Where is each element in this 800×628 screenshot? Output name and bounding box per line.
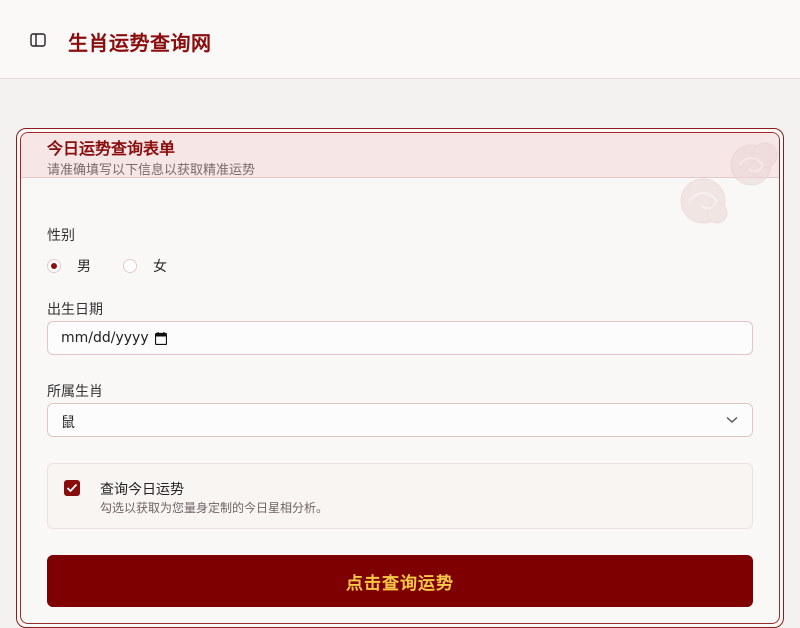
daily-fortune-checkbox[interactable] [64, 480, 80, 496]
daily-fortune-description: 勾选以获取为您量身定制的今日星相分析。 [100, 501, 329, 515]
fortune-form-inner: 今日运势查询表单 请准确填写以下信息以获取精准运势 性别 男 女 出生日期 mm… [20, 132, 780, 624]
form-header: 今日运势查询表单 请准确填写以下信息以获取精准运势 [21, 133, 779, 178]
gender-option-male[interactable]: 男 [47, 256, 91, 276]
gender-option-female[interactable]: 女 [123, 256, 167, 276]
gender-label: 性别 [47, 228, 75, 244]
daily-fortune-option[interactable]: 查询今日运势 勾选以获取为您量身定制的今日星相分析。 [47, 463, 753, 529]
auspicious-cloud-decoration-icon [680, 142, 778, 224]
birth-date-label: 出生日期 [47, 302, 103, 318]
submit-query-button[interactable]: 点击查询运势 [47, 555, 753, 607]
birth-date-input[interactable]: mm/dd/yyyy [47, 321, 753, 355]
checkmark-icon [66, 483, 78, 493]
top-bar: 生肖运势查询网 [0, 0, 800, 79]
zodiac-selected-value: 鼠 [61, 415, 75, 431]
chevron-down-icon [726, 416, 738, 423]
gender-option-label: 男 [77, 259, 91, 275]
gender-radio-female[interactable] [123, 259, 137, 273]
fortune-form-card: 今日运势查询表单 请准确填写以下信息以获取精准运势 性别 男 女 出生日期 mm… [16, 128, 784, 628]
form-subtitle: 请准确填写以下信息以获取精准运势 [47, 163, 256, 178]
calendar-icon[interactable] [155, 332, 167, 345]
sidebar-toggle-icon [30, 33, 46, 47]
gender-option-label: 女 [153, 259, 167, 275]
zodiac-select[interactable]: 鼠 [47, 403, 753, 437]
gender-radio-group: 男 女 [47, 256, 167, 276]
birth-date-placeholder: mm/dd/yyyy [61, 330, 149, 346]
site-title[interactable]: 生肖运势查询网 [68, 27, 212, 56]
form-title: 今日运势查询表单 [47, 139, 176, 158]
zodiac-label: 所属生肖 [47, 384, 103, 400]
radio-selected-dot [51, 263, 57, 269]
sidebar-toggle-button[interactable] [27, 29, 49, 51]
gender-radio-male[interactable] [47, 259, 61, 273]
daily-fortune-title: 查询今日运势 [100, 482, 184, 498]
